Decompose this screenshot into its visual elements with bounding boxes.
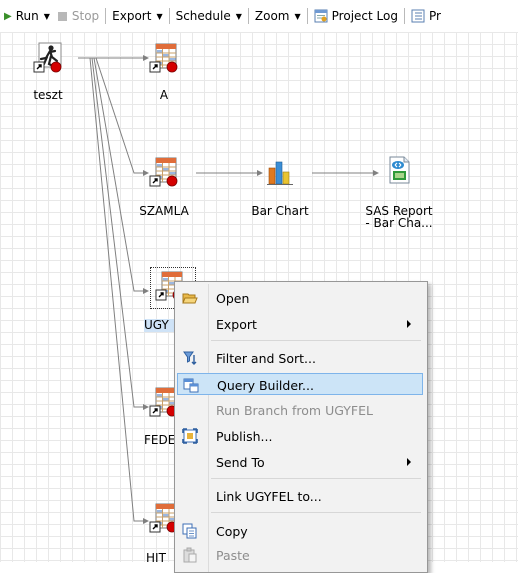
properties-button[interactable]: Pr xyxy=(407,5,445,27)
node-label: A xyxy=(159,88,169,102)
table-icon xyxy=(148,156,180,188)
schedule-button[interactable]: Schedule ▼ xyxy=(172,5,246,27)
chevron-down-icon: ▼ xyxy=(43,11,50,21)
project-log-button[interactable]: Project Log xyxy=(310,5,402,27)
run-label: Run xyxy=(15,9,39,23)
menu-separator xyxy=(211,340,421,341)
menu-item-label: Copy xyxy=(216,524,248,539)
run-button[interactable]: ▶ Run ▼ xyxy=(0,5,54,27)
properties-icon xyxy=(411,9,425,23)
context-menu: Open Export Filter and Sort... Query Bui… xyxy=(174,281,428,573)
query-builder-icon xyxy=(183,378,199,393)
node-label: HIT xyxy=(146,551,166,563)
open-folder-icon xyxy=(182,293,198,304)
menu-item-label: Open xyxy=(216,291,250,306)
node-a[interactable]: A xyxy=(148,42,208,102)
properties-label-truncated: Pr xyxy=(428,9,441,23)
table-icon xyxy=(148,42,180,74)
submenu-arrow-icon xyxy=(407,320,411,328)
toolbar-separator xyxy=(403,8,405,24)
node-sas-report[interactable]: SAS Report - Bar Cha... xyxy=(365,154,442,230)
menu-item-publish[interactable]: Publish... xyxy=(177,425,423,447)
menu-item-open[interactable]: Open xyxy=(177,287,423,309)
export-label: Export xyxy=(112,9,152,23)
bar-chart-icon xyxy=(264,156,296,188)
stop-label: Stop xyxy=(71,9,100,23)
chevron-down-icon: ▼ xyxy=(156,11,163,21)
node-teszt[interactable]: teszt xyxy=(32,42,92,102)
toolbar-separator xyxy=(247,8,249,24)
node-szamla[interactable]: SZAMLA xyxy=(139,156,208,218)
toolbar-separator xyxy=(306,8,308,24)
menu-item-label: Query Builder... xyxy=(217,378,314,393)
menu-item-copy[interactable]: Copy xyxy=(177,520,423,542)
toolbar: ▶ Run ▼ Stop Export ▼ Schedule ▼ Zoom ▼ … xyxy=(0,0,518,32)
menu-item-label: Export xyxy=(216,317,257,332)
link-teszt-hit xyxy=(78,57,149,524)
schedule-label: Schedule xyxy=(175,9,231,23)
node-label: Bar Chart xyxy=(251,204,309,218)
copy-icon xyxy=(182,523,197,539)
menu-item-filter-sort[interactable]: Filter and Sort... xyxy=(177,347,423,369)
menu-item-send-to[interactable]: Send To xyxy=(177,451,423,473)
export-button[interactable]: Export ▼ xyxy=(108,5,166,27)
menu-item-label: Filter and Sort... xyxy=(216,351,316,366)
sas-report-icon xyxy=(382,154,414,186)
menu-item-label: Paste xyxy=(216,548,250,563)
project-log-icon xyxy=(314,9,328,23)
toolbar-separator xyxy=(168,8,170,24)
zoom-label: Zoom xyxy=(254,9,290,23)
menu-item-label: Publish... xyxy=(216,429,273,444)
node-label: FEDE xyxy=(144,433,176,447)
publish-icon xyxy=(182,428,198,444)
play-icon: ▶ xyxy=(4,10,12,22)
menu-item-export[interactable]: Export xyxy=(177,313,423,335)
node-label-line2: - Bar Cha... xyxy=(365,216,433,230)
program-icon xyxy=(32,42,64,74)
menu-item-link[interactable]: Link UGYFEL to... xyxy=(177,485,423,507)
node-label: teszt xyxy=(33,88,63,102)
menu-item-label: Link UGYFEL to... xyxy=(216,489,322,504)
filter-sort-icon xyxy=(183,351,197,365)
menu-separator xyxy=(211,478,421,479)
stop-icon xyxy=(57,11,67,21)
node-bar-chart[interactable]: Bar Chart xyxy=(251,156,324,218)
menu-item-query-builder[interactable]: Query Builder... xyxy=(177,373,423,395)
menu-separator xyxy=(211,512,421,513)
zoom-button[interactable]: Zoom ▼ xyxy=(251,5,305,27)
node-label: UGY xyxy=(144,319,174,332)
stop-button[interactable]: Stop xyxy=(54,5,103,27)
chevron-down-icon: ▼ xyxy=(294,11,301,21)
chevron-down-icon: ▼ xyxy=(235,11,242,21)
menu-item-paste[interactable]: Paste xyxy=(177,544,423,566)
menu-item-label: Send To xyxy=(216,455,265,470)
paste-icon xyxy=(183,547,197,563)
submenu-arrow-icon xyxy=(407,458,411,466)
menu-item-label: Run Branch from UGYFEL xyxy=(216,403,373,418)
toolbar-separator xyxy=(105,8,107,24)
menu-item-run-branch[interactable]: Run Branch from UGYFEL xyxy=(177,399,423,421)
project-log-label: Project Log xyxy=(331,9,398,23)
node-label: SZAMLA xyxy=(139,204,189,218)
